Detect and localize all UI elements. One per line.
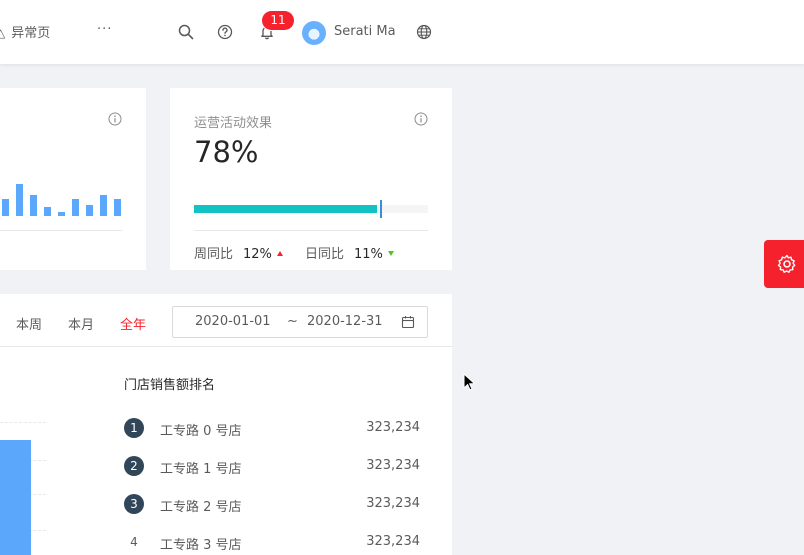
rank-index: 2 [124,456,144,476]
spark-bar [114,199,121,216]
rank-amount: 323,234 [366,420,420,435]
sales-card: 本周 本月 全年 2020-01-01 ~ 2020-12-31 门店销售额排名… [0,294,452,555]
calendar-icon[interactable] [401,315,415,329]
card-header-divider [0,346,452,347]
progress-target-marker [380,200,382,218]
range-tab-year[interactable]: 全年 [120,314,146,333]
rank-store-name: 工专路 1 号店 [160,462,242,477]
rank-store-name: 工专路 3 号店 [160,538,242,553]
rank-index: 4 [124,532,144,552]
ranking-row: 4 工专路 3 号店 323,234 [124,532,420,553]
spark-bar [58,212,65,216]
rank-amount: 323,234 [366,534,420,549]
chart-gridline [0,422,46,423]
settings-drawer-button[interactable] [764,240,804,288]
gear-icon [777,254,796,273]
spark-bar [86,205,93,216]
week-compare-value: 12% [243,247,272,262]
caret-down-icon [387,251,394,256]
sales-bar [0,440,31,555]
ranking-title: 门店销售额排名 [124,378,216,393]
range-tab-week[interactable]: 本周 [16,314,42,333]
rank-store-name: 工专路 2 号店 [160,500,242,515]
rank-index: 3 [124,494,144,514]
date-separator: ~ [287,314,298,329]
nav-item-label: 异常页 [11,26,51,41]
card-divider [194,230,428,231]
week-compare: 周同比 12% [194,243,283,262]
spark-bar [100,195,107,216]
search-icon[interactable] [178,24,194,40]
card-divider [0,230,122,231]
notification-badge: 11 [262,11,294,30]
ranking-row: 2 工专路 1 号店 323,234 [124,456,420,477]
spark-bar [16,184,23,216]
card-title: 运营活动效果 [194,116,273,131]
mouse-cursor [463,373,475,391]
info-icon[interactable] [414,112,428,126]
spark-bar [44,207,51,216]
question-icon[interactable] [217,24,233,40]
date-start[interactable]: 2020-01-01 [195,314,271,329]
rank-index: 1 [124,418,144,438]
spark-bar [72,199,79,216]
user-name[interactable]: Serati Ma [334,24,396,39]
progress-bar [194,205,428,213]
visits-mini-bar-chart [0,178,124,216]
card-value: 78% [194,135,259,169]
globe-icon[interactable] [416,24,432,40]
avatar[interactable] [302,21,326,45]
more-menu-button[interactable]: ··· [97,22,112,37]
range-tab-month[interactable]: 本月 [68,314,94,333]
info-icon[interactable] [108,112,122,126]
operations-card: 运营活动效果 78% 周同比 12% 日同比 11% [170,88,452,270]
nav-item-exception[interactable]: △ 异常页 [0,22,50,41]
top-header: △ 异常页 ··· 11 Serati Ma [0,0,804,64]
day-compare-value: 11% [354,247,383,262]
ranking-row: 3 工专路 2 号店 323,234 [124,494,420,515]
date-end[interactable]: 2020-12-31 [307,314,383,329]
rank-amount: 323,234 [366,496,420,511]
week-compare-label: 周同比 [194,247,234,262]
visits-card [0,88,146,270]
rank-amount: 323,234 [366,458,420,473]
progress-fill [194,205,377,213]
day-compare-label: 日同比 [305,247,345,262]
rank-store-name: 工专路 0 号店 [160,424,242,439]
day-compare: 日同比 11% [305,243,394,262]
ranking-row: 1 工专路 0 号店 323,234 [124,418,420,439]
caret-up-icon [276,251,283,256]
spark-bar [2,199,9,216]
date-range-picker[interactable]: 2020-01-01 ~ 2020-12-31 [172,306,428,338]
warning-icon: △ [0,26,6,40]
spark-bar [30,195,37,216]
